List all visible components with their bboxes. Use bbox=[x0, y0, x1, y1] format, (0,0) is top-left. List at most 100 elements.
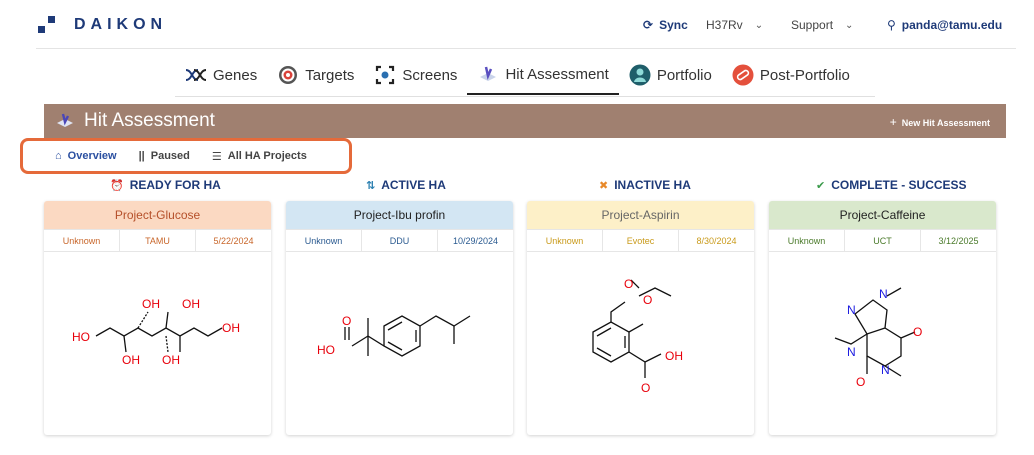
card-status: Unknown bbox=[286, 230, 362, 251]
molecule-structure-caffeine: N N N N O O bbox=[834, 287, 922, 389]
tab-screens[interactable]: Screens bbox=[364, 55, 467, 95]
atom-label: N bbox=[881, 363, 890, 377]
atom-label: N bbox=[847, 303, 856, 317]
subnav-paused[interactable]: || Paused bbox=[139, 150, 190, 162]
atom-label: OH bbox=[122, 353, 140, 367]
molecule-structure-aspirin: O O O OH bbox=[592, 277, 683, 395]
tab-genes[interactable]: Genes bbox=[175, 55, 267, 95]
tab-label: Targets bbox=[305, 66, 355, 84]
card-title: Project-Glucose bbox=[44, 201, 271, 229]
target-icon bbox=[277, 64, 299, 86]
card-date: 10/29/2024 bbox=[452, 235, 499, 246]
support-label: Support bbox=[791, 18, 834, 32]
card-meta: Unknown TAMU 5/22/2024 bbox=[44, 229, 271, 252]
subnav-label: Overview bbox=[67, 150, 117, 162]
plus-icon: + bbox=[889, 115, 897, 129]
card-status: Unknown bbox=[527, 230, 603, 251]
new-hit-assessment-label: New Hit Assessment bbox=[901, 118, 990, 128]
sync-button[interactable]: ⟳ Sync bbox=[643, 18, 688, 32]
inactive-icon: ✖ bbox=[599, 179, 609, 192]
column-heading-ready: ⏰ READY FOR HA bbox=[110, 178, 221, 192]
tab-label: Post-Portfolio bbox=[759, 66, 850, 84]
molecule-structure-glucose: HO OH OH OH OH OH bbox=[72, 297, 240, 367]
tab-targets[interactable]: Targets bbox=[267, 55, 364, 95]
screen-icon bbox=[374, 64, 396, 86]
user-email: panda@tamu.edu bbox=[901, 18, 1003, 32]
column-heading-complete: ✔ COMPLETE - SUCCESS bbox=[816, 178, 967, 192]
app-name: DAIKON bbox=[74, 16, 168, 33]
tab-post-portfolio[interactable]: Post-Portfolio bbox=[722, 55, 860, 95]
atom-label: OH bbox=[142, 297, 160, 311]
sub-navigation: ⌂ Overview || Paused ☰ All HA Projects bbox=[20, 138, 352, 174]
column-heading-inactive: ✖ INACTIVE HA bbox=[599, 178, 691, 192]
column-heading-active: ⇅ ACTIVE HA bbox=[366, 178, 446, 192]
user-menu[interactable]: ⚲ panda@tamu.edu bbox=[887, 18, 1002, 32]
atom-label: O bbox=[913, 325, 922, 339]
card-meta: Unknown Evotec 8/30/2024 bbox=[527, 229, 754, 252]
main-tabs: Genes Targets Screens Hit Assessment Por… bbox=[175, 55, 860, 95]
new-hit-assessment-button[interactable]: + New Hit Assessment bbox=[890, 115, 990, 129]
atom-label: N bbox=[879, 287, 888, 301]
pill-icon bbox=[732, 64, 754, 86]
atom-label: N bbox=[847, 345, 856, 359]
check-circle-icon: ✔ bbox=[816, 179, 826, 192]
tab-label: Genes bbox=[213, 66, 258, 84]
column-heading-label: READY FOR HA bbox=[129, 178, 221, 192]
project-card-caffeine[interactable]: Project-Caffeine Unknown UCT 3/12/2025 N… bbox=[769, 201, 996, 435]
tab-label: Portfolio bbox=[656, 66, 712, 84]
card-title: Project-Ibu profin bbox=[286, 201, 513, 229]
chevron-down-icon: ⌄ bbox=[754, 19, 764, 31]
logo-icon bbox=[38, 16, 58, 34]
strain-label: H37Rv bbox=[706, 18, 743, 32]
user-icon: ⚲ bbox=[887, 18, 896, 32]
app-logo[interactable]: DAIKON bbox=[38, 16, 167, 34]
card-title: Project-Caffeine bbox=[769, 201, 996, 229]
subnav-label: All HA Projects bbox=[227, 150, 307, 162]
sort-arrows-icon: ⇅ bbox=[366, 179, 376, 192]
tab-label: Screens bbox=[402, 66, 458, 84]
subnav-overview[interactable]: ⌂ Overview bbox=[55, 150, 117, 162]
project-card-ibuprofen[interactable]: Project-Ibu profin Unknown DDU 10/29/202… bbox=[286, 201, 513, 435]
top-divider bbox=[36, 48, 1016, 49]
column-heading-label: COMPLETE - SUCCESS bbox=[831, 178, 967, 192]
card-title: Project-Aspirin bbox=[527, 201, 754, 229]
tab-portfolio[interactable]: Portfolio bbox=[619, 55, 722, 95]
atom-label: OH bbox=[665, 349, 683, 363]
card-status: Unknown bbox=[769, 230, 845, 251]
card-org: DDU bbox=[362, 230, 438, 251]
column-heading-label: INACTIVE HA bbox=[614, 178, 691, 192]
column-heading-label: ACTIVE HA bbox=[381, 178, 446, 192]
subnav-label: Paused bbox=[150, 150, 190, 162]
atom-label: O bbox=[643, 293, 652, 307]
pause-icon: || bbox=[138, 150, 145, 162]
atom-label: O bbox=[342, 314, 351, 328]
atom-label: OH bbox=[162, 353, 180, 367]
page-title: Hit Assessment bbox=[84, 110, 215, 131]
tab-hit-assessment[interactable]: Hit Assessment bbox=[467, 55, 619, 95]
sync-icon: ⟳ bbox=[643, 18, 654, 32]
support-dropdown[interactable]: Support ⌄ bbox=[791, 18, 853, 32]
card-date: 3/12/2025 bbox=[938, 235, 979, 246]
list-icon: ☰ bbox=[211, 150, 222, 163]
card-date: 5/22/2024 bbox=[213, 235, 254, 246]
card-date: 8/30/2024 bbox=[696, 235, 737, 246]
card-org: TAMU bbox=[120, 230, 196, 251]
atom-label: HO bbox=[317, 343, 335, 357]
card-org: Evotec bbox=[603, 230, 679, 251]
atom-label: HO bbox=[72, 330, 90, 344]
card-org: UCT bbox=[845, 230, 921, 251]
home-icon: ⌂ bbox=[55, 150, 62, 162]
flask-icon bbox=[477, 63, 499, 85]
atom-label: O bbox=[624, 277, 633, 291]
chevron-down-icon: ⌄ bbox=[845, 19, 854, 31]
page-header: Hit Assessment + New Hit Assessment bbox=[44, 104, 1006, 138]
dna-icon bbox=[185, 64, 207, 86]
atom-label: OH bbox=[222, 321, 240, 335]
project-card-glucose[interactable]: Project-Glucose Unknown TAMU 5/22/2024 H… bbox=[44, 201, 271, 435]
card-meta: Unknown DDU 10/29/2024 bbox=[286, 229, 513, 252]
hit-assessment-icon bbox=[57, 113, 73, 127]
project-card-aspirin[interactable]: Project-Aspirin Unknown Evotec 8/30/2024… bbox=[527, 201, 754, 435]
atom-label: O bbox=[856, 375, 865, 389]
strain-dropdown[interactable]: H37Rv ⌄ bbox=[706, 18, 763, 32]
subnav-all-ha-projects[interactable]: ☰ All HA Projects bbox=[212, 150, 307, 163]
